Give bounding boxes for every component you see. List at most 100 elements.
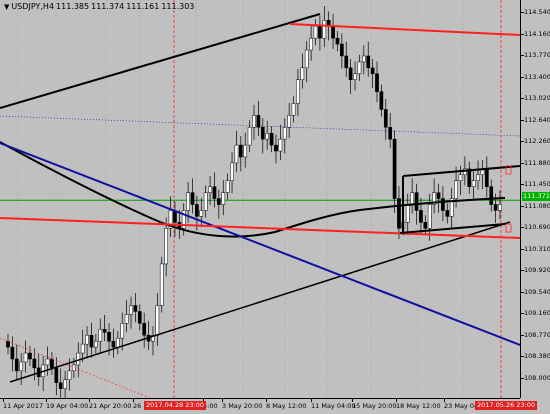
- candle-body: [498, 204, 502, 211]
- price-axis-label: 114.160: [524, 29, 550, 38]
- candle-body: [107, 332, 111, 342]
- candle-body: [441, 198, 445, 211]
- candle-body: [133, 305, 138, 312]
- price-axis-tick: [521, 55, 524, 56]
- candle-body: [361, 55, 366, 63]
- price-axis-label: 109.540: [524, 287, 550, 296]
- marker-lower: [505, 223, 512, 233]
- candle-body: [313, 26, 318, 39]
- candle-body: [120, 323, 125, 339]
- candle-body: [54, 367, 59, 384]
- candle-body: [89, 334, 94, 348]
- candle-body: [190, 192, 195, 205]
- candle-body: [340, 43, 344, 57]
- candle-body: [159, 263, 164, 306]
- candle-body: [331, 26, 335, 39]
- time-axis-label: 11 May 04:00: [311, 402, 356, 410]
- time-axis-label: 21 Apr 20:00: [89, 402, 132, 410]
- candle-body: [6, 340, 10, 348]
- price-axis-label: 113.770: [524, 51, 550, 59]
- price-axis-tick: [521, 119, 524, 121]
- candle-body: [296, 79, 300, 104]
- candle-body: [348, 67, 353, 80]
- candle-body: [199, 210, 204, 217]
- flag-upper-line: [402, 165, 520, 177]
- candle-body: [32, 358, 37, 369]
- candle-body: [309, 37, 313, 51]
- time-axis-tick: [352, 399, 353, 402]
- time-axis-tick: [46, 399, 47, 402]
- price-axis-tick: [521, 141, 524, 142]
- time-axis[interactable]: 11 Apr 2017 19 Apr 04:00 21 Apr 20:00 26 4:0…: [0, 398, 538, 414]
- price-axis-label: 112.260: [524, 137, 550, 145]
- price-axis-label: 112.640: [524, 115, 550, 124]
- candle-body: [217, 198, 221, 205]
- candle-body: [397, 198, 401, 229]
- time-axis-label: 11 Apr 2017: [3, 402, 44, 410]
- candle-body: [76, 352, 81, 366]
- ohlc-high: 111.374: [91, 2, 125, 11]
- candle-body: [58, 382, 63, 389]
- event-time-tag: 2017.04.28 23:00: [144, 401, 207, 410]
- price-axis-tick: [521, 162, 524, 164]
- price-axis-label: 114.540: [524, 8, 550, 16]
- time-axis-tick: [396, 399, 397, 402]
- candle-body: [375, 73, 379, 92]
- candle-body: [98, 329, 103, 342]
- candle-body: [137, 311, 142, 324]
- price-axis-tick: [521, 33, 524, 35]
- time-axis-label: 3 May 20:00: [222, 402, 263, 410]
- chart-plot-area[interactable]: ▼ USDJPY,H4 111.385 111.374 111.161 111.…: [0, 0, 520, 398]
- time-axis-tick: [133, 399, 134, 402]
- candle-body: [278, 138, 283, 152]
- upper-channel-trendline: [0, 13, 321, 109]
- price-axis-label: 108.380: [524, 352, 550, 360]
- candle-body: [445, 210, 450, 217]
- candle-body: [322, 20, 327, 39]
- candle-body: [186, 192, 190, 211]
- candle-body: [63, 379, 67, 389]
- price-axis-label: 111.880: [524, 158, 550, 167]
- candlestick-chart[interactable]: [0, 0, 520, 398]
- price-axis-label: 109.920: [524, 266, 550, 274]
- time-axis-label: 8 May 12:00: [266, 402, 307, 410]
- time-axis-label: 19 Apr 04:00: [46, 402, 89, 410]
- candle-body: [129, 305, 133, 315]
- price-axis-tick: [521, 291, 524, 293]
- candle-body: [67, 370, 72, 381]
- ohlc-low: 111.161: [126, 2, 160, 11]
- candle-body: [45, 358, 50, 366]
- price-axis-label: 113.020: [524, 94, 550, 102]
- price-axis-tick: [521, 76, 524, 78]
- candle-body: [142, 323, 147, 336]
- candle-body: [230, 162, 234, 181]
- candle-body: [353, 73, 357, 80]
- time-axis-tick: [222, 399, 223, 402]
- candle-body: [471, 180, 476, 187]
- time-axis-tick: [311, 399, 312, 402]
- candle-body: [405, 204, 410, 223]
- price-axis-label: 111.450: [524, 180, 550, 188]
- symbol-menu-icon[interactable]: ▼: [4, 3, 9, 11]
- candle-body: [195, 204, 199, 217]
- chart-window[interactable]: ▼ USDJPY,H4 111.385 111.374 111.161 111.…: [0, 0, 550, 414]
- candle-body: [282, 127, 287, 140]
- candle-body: [80, 343, 85, 354]
- candle-body: [102, 329, 107, 333]
- candle-body: [476, 174, 480, 181]
- price-axis-tick: [521, 334, 524, 336]
- candle-body: [252, 115, 256, 128]
- candle-body: [388, 127, 393, 140]
- price-axis-tick: [521, 98, 524, 99]
- candle-body: [357, 61, 362, 75]
- event-time-tag: 2017.05.26 23:00: [475, 401, 538, 410]
- candle-body: [287, 115, 291, 128]
- price-axis[interactable]: 114.540 114.160 113.770 113.400 113.020 112.6…: [520, 0, 550, 398]
- candle-body: [50, 358, 54, 369]
- candle-body: [124, 314, 129, 324]
- symbol-name: USDJPY,H4: [11, 2, 55, 11]
- candle-body: [221, 192, 226, 205]
- candle-body: [28, 352, 32, 360]
- candle-body: [238, 144, 243, 158]
- price-axis-tick: [521, 227, 524, 228]
